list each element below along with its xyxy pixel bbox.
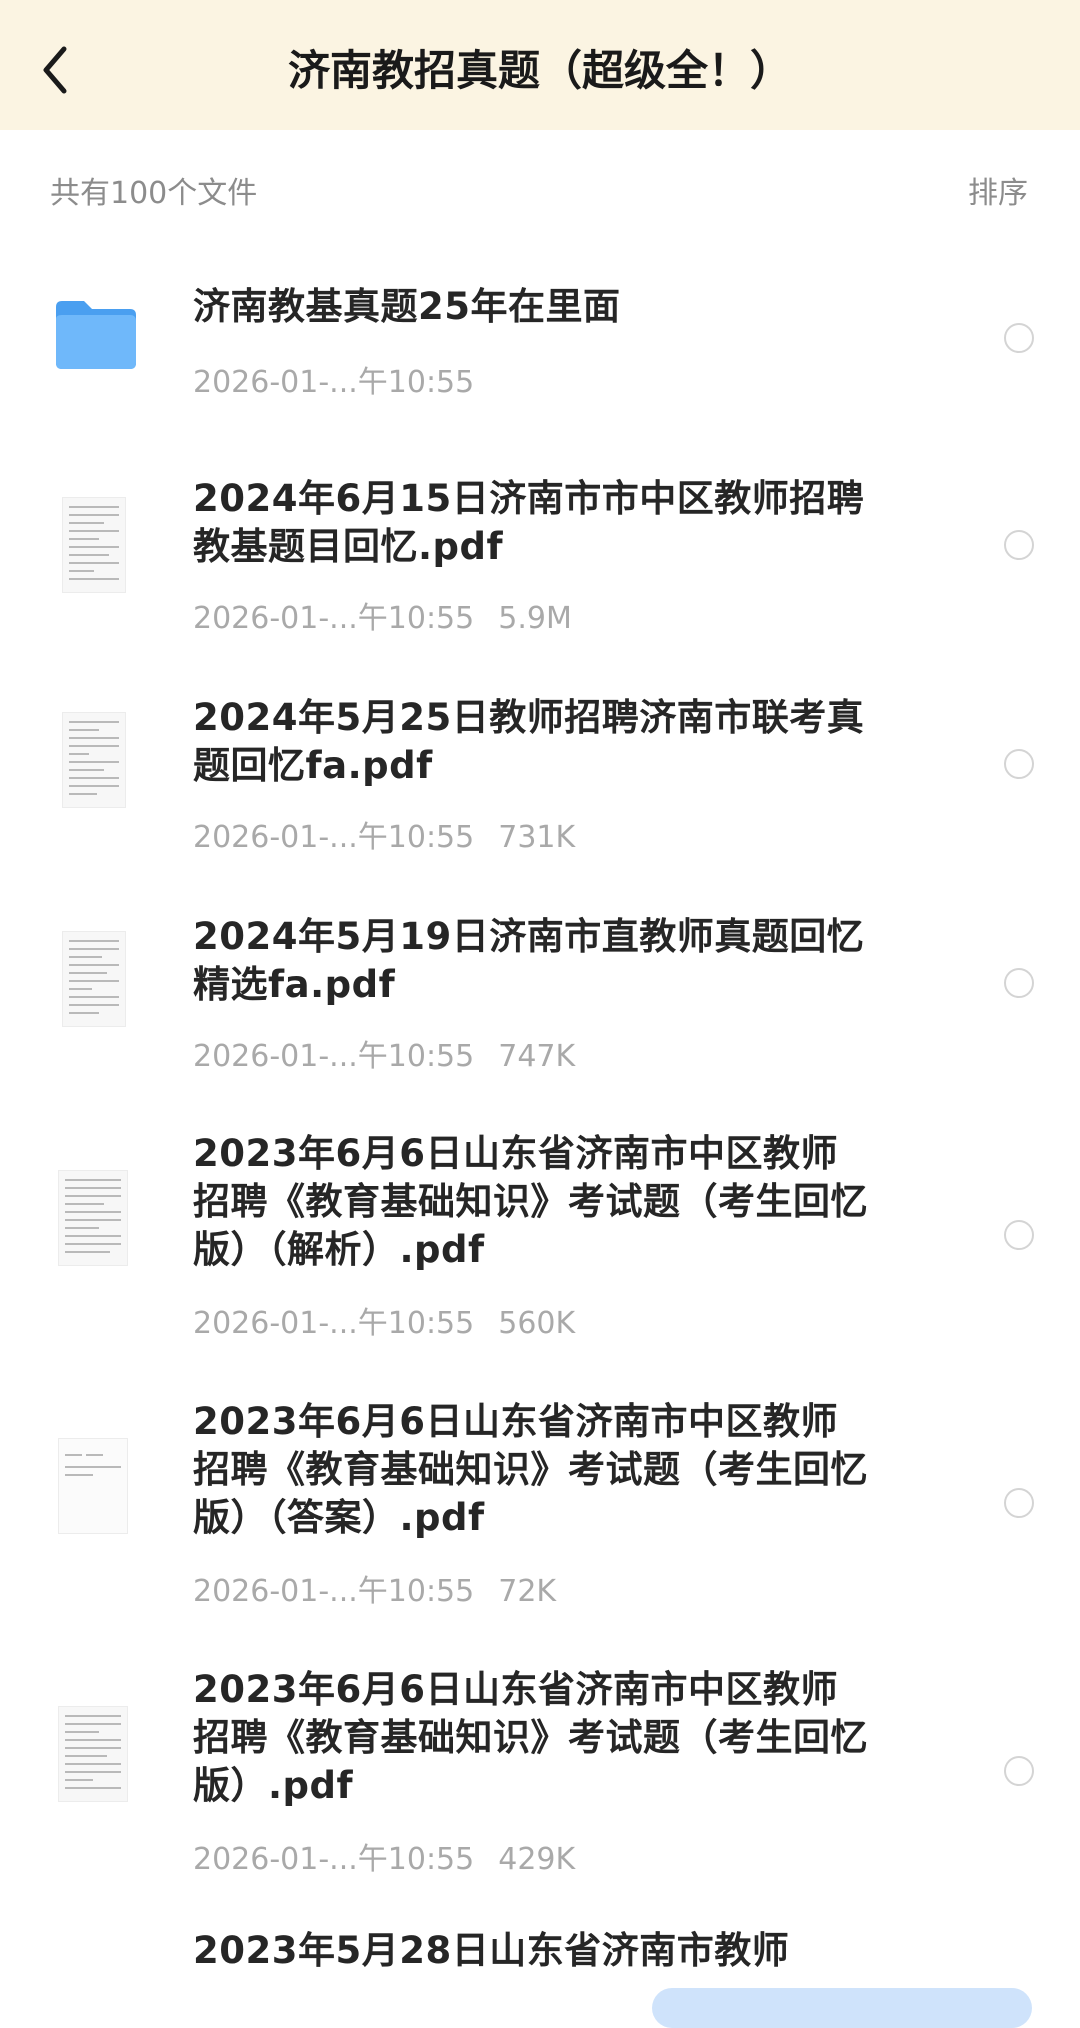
folder-icon (56, 301, 136, 369)
file-name: 2024年5月25日教师招聘济南市联考真题回忆fa.pdf (193, 696, 865, 787)
list-item[interactable]: 2023年6月6日山东省济南市中区教师招聘《教育基础知识》考试题（考生回忆版）（… (0, 1110, 1080, 1380)
floating-action-bar[interactable] (652, 1988, 1032, 2028)
select-radio[interactable] (1004, 323, 1034, 353)
file-name: 2023年6月6日山东省济南市中区教师招聘《教育基础知识》考试题（考生回忆版）.… (193, 1668, 868, 1807)
file-size: 731K (498, 820, 576, 855)
file-meta: 2026-01-...午10:55 731K (193, 812, 575, 856)
select-radio[interactable] (1004, 749, 1034, 779)
file-meta: 2026-01-...午10:55 5.9M (193, 593, 572, 637)
select-radio[interactable] (1004, 1488, 1034, 1518)
file-date: 2026-01-...午10:55 (193, 1842, 475, 1877)
list-item[interactable]: 2023年6月6日山东省济南市中区教师招聘《教育基础知识》考试题（考生回忆版）.… (0, 1646, 1080, 1916)
select-radio[interactable] (1004, 968, 1034, 998)
file-name: 2024年5月19日济南市直教师真题回忆精选fa.pdf (193, 915, 865, 1006)
file-date: 2026-01-...午10:55 (193, 1039, 475, 1074)
file-name: 2024年6月15日济南市市中区教师招聘教基题目回忆.pdf (193, 477, 865, 568)
sort-button[interactable]: 排序 (968, 168, 1028, 212)
file-size: 72K (498, 1574, 557, 1609)
header-bar: 济南教招真题（超级全！） (0, 0, 1080, 130)
file-name: 济南教基真题25年在里面 (193, 285, 621, 328)
chevron-left-icon (43, 46, 67, 94)
file-date: 2026-01-...午10:55 (193, 1306, 475, 1341)
list-item[interactable]: 2023年6月6日山东省济南市中区教师招聘《教育基础知识》考试题（考生回忆版）（… (0, 1378, 1080, 1648)
list-item[interactable]: 2024年6月15日济南市市中区教师招聘教基题目回忆.pdf 2026-01-.… (0, 453, 1080, 673)
list-item[interactable]: 济南教基真题25年在里面 2026-01-...午10:55 (0, 245, 1080, 445)
list-toolbar: 共有100个文件 排序 (0, 130, 1080, 245)
page-title: 济南教招真题（超级全！） (287, 46, 792, 95)
select-radio[interactable] (1004, 1220, 1034, 1250)
file-size: 560K (498, 1306, 576, 1341)
document-thumbnail-icon (58, 1706, 128, 1802)
select-radio[interactable] (1004, 530, 1034, 560)
select-radio[interactable] (1004, 1756, 1034, 1786)
back-button[interactable] (30, 40, 80, 100)
file-count-label: 共有100个文件 (50, 176, 258, 211)
file-date: 2026-01-...午10:55 (193, 365, 475, 400)
file-size: 5.9M (498, 601, 572, 636)
file-size: 429K (498, 1842, 576, 1877)
file-meta: 2026-01-...午10:55 429K (193, 1834, 575, 1878)
file-name: 2023年5月28日山东省济南市教师 (193, 1929, 790, 1972)
file-date: 2026-01-...午10:55 (193, 820, 475, 855)
document-thumbnail-icon (58, 1170, 128, 1266)
document-thumbnail-icon (58, 1438, 128, 1534)
file-meta: 2026-01-...午10:55 (193, 357, 474, 401)
document-thumbnail-icon (62, 712, 126, 808)
file-meta: 2026-01-...午10:55 747K (193, 1031, 575, 1075)
file-date: 2026-01-...午10:55 (193, 601, 475, 636)
list-item[interactable]: 2024年5月25日教师招聘济南市联考真题回忆fa.pdf 2026-01-..… (0, 672, 1080, 892)
file-meta: 2026-01-...午10:55 560K (193, 1298, 575, 1342)
document-thumbnail-icon (62, 931, 126, 1027)
list-item[interactable]: 2024年5月19日济南市直教师真题回忆精选fa.pdf 2026-01-...… (0, 891, 1080, 1111)
file-size: 747K (498, 1039, 576, 1074)
file-date: 2026-01-...午10:55 (193, 1574, 475, 1609)
file-meta: 2026-01-...午10:55 72K (193, 1566, 556, 1610)
file-name: 2023年6月6日山东省济南市中区教师招聘《教育基础知识》考试题（考生回忆版）（… (193, 1400, 868, 1539)
document-thumbnail-icon (62, 497, 126, 593)
file-name: 2023年6月6日山东省济南市中区教师招聘《教育基础知识》考试题（考生回忆版）（… (193, 1132, 868, 1271)
